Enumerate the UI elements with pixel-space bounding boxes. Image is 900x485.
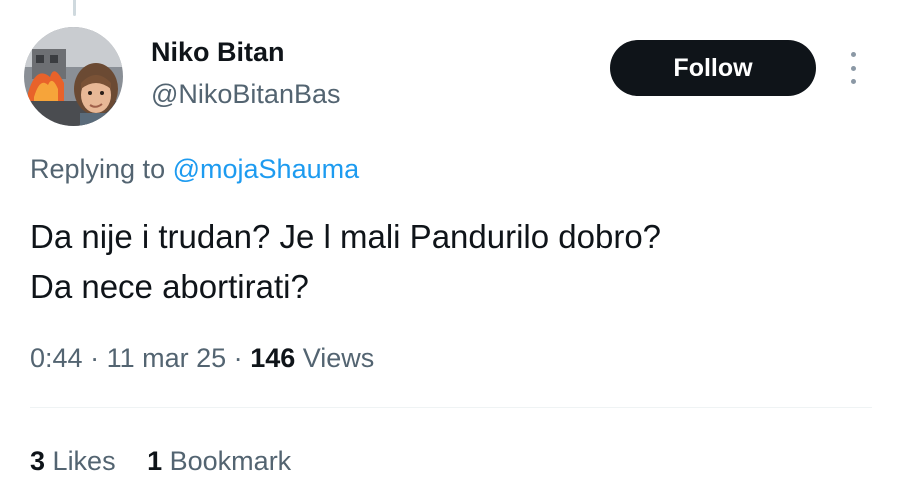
more-dot (850, 79, 856, 84)
bookmarks-count: 1 (147, 446, 163, 476)
follow-button[interactable]: Follow (610, 40, 816, 96)
likes-count: 3 (30, 446, 46, 476)
tweet-meta: 0:44 · 11 mar 25 · 146 Views (30, 341, 374, 375)
more-icon[interactable] (843, 52, 863, 84)
likes-label: Likes (52, 446, 116, 476)
more-dot (850, 52, 856, 57)
avatar[interactable] (24, 27, 123, 126)
tweet-text: Da nije i trudan? Je l mali Pandurilo do… (30, 212, 880, 312)
replying-prefix: Replying to (30, 154, 166, 184)
views-label: Views (302, 343, 375, 373)
tweet-date[interactable]: 11 mar 25 (107, 343, 227, 373)
tweet-text-line: Da nije i trudan? Je l mali Pandurilo do… (30, 218, 662, 255)
divider (30, 407, 872, 408)
tweet-stats: 3 Likes 1 Bookmark (30, 444, 291, 478)
replying-mention-link[interactable]: @mojaShauma (173, 154, 360, 184)
avatar-image (24, 27, 123, 126)
bookmarks-label: Bookmark (169, 446, 292, 476)
tweet-card: Niko Bitan @NikoBitanBas Follow Replying… (0, 0, 900, 485)
tweet-text-line: Da nece abortirati? (30, 268, 309, 305)
tweet-time[interactable]: 0:44 (30, 343, 83, 373)
author-handle[interactable]: @NikoBitanBas (151, 78, 341, 110)
views-count: 146 (250, 343, 296, 373)
author-display-name[interactable]: Niko Bitan (151, 36, 285, 68)
meta-separator: · (233, 343, 243, 373)
meta-separator: · (90, 343, 100, 373)
thread-line (73, 0, 76, 16)
likes-stat[interactable]: 3 Likes (30, 444, 116, 478)
bookmarks-stat[interactable]: 1 Bookmark (147, 444, 291, 478)
more-dot (850, 65, 856, 71)
replying-to: Replying to @mojaShauma (30, 152, 359, 186)
